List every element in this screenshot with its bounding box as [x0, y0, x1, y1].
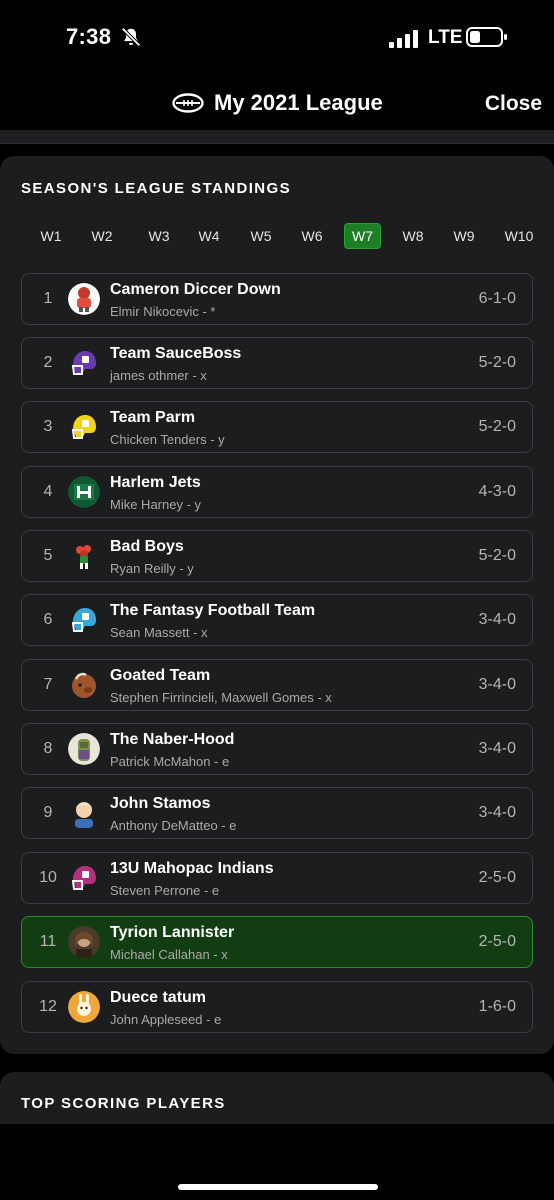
- yellow-helmet-icon: [68, 411, 100, 443]
- team-name: Goated Team: [110, 667, 211, 684]
- team-name: Cameron Diccer Down: [110, 281, 281, 298]
- football-icon: [172, 93, 204, 113]
- rank: 3: [43, 418, 53, 435]
- team-name: Harlem Jets: [110, 474, 201, 491]
- week-tab-w10[interactable]: W10: [498, 223, 540, 249]
- week-tab-w2[interactable]: W2: [84, 223, 120, 249]
- team-owner: Anthony DeMatteo - e: [110, 818, 237, 833]
- standings-row[interactable]: 6 The Fantasy Football Team Sean Massett…: [21, 594, 533, 646]
- week-tabs: W1 W2 W3 W4 W5 W6 W7 W8 W9 W10: [34, 223, 538, 249]
- week-tab-w4[interactable]: W4: [191, 223, 227, 249]
- team-name: Tyrion Lannister: [110, 924, 235, 941]
- nav-bar: My 2021 League Close: [0, 76, 554, 132]
- team-record: 3-4-0: [478, 740, 516, 757]
- rank: 10: [39, 869, 57, 886]
- standings-row[interactable]: 7 Goated Team Stephen Firrincieli, Maxwe…: [21, 659, 533, 711]
- week-tab-w7[interactable]: W7: [344, 223, 381, 249]
- team-name: Team SauceBoss: [110, 345, 242, 362]
- team-owner: Patrick McMahon - e: [110, 754, 230, 769]
- rank: 5: [43, 547, 53, 564]
- rank: 2: [43, 354, 53, 371]
- goat-icon: [68, 669, 100, 701]
- rank: 8: [43, 740, 53, 757]
- standings-row[interactable]: 2 Team SauceBoss james othmer - x 5-2-0: [21, 337, 533, 389]
- team-name: The Fantasy Football Team: [110, 602, 316, 619]
- team-record: 2-5-0: [478, 869, 516, 886]
- magenta-helmet-icon: [68, 862, 100, 894]
- standings-row[interactable]: 5 Bad Boys Ryan Reilly - y 5-2-0: [21, 530, 533, 582]
- rank: 9: [43, 804, 53, 821]
- rank: 12: [39, 998, 57, 1015]
- home-indicator[interactable]: [178, 1184, 378, 1190]
- team-owner: Mike Harney - y: [110, 497, 202, 512]
- team-record: 3-4-0: [478, 676, 516, 693]
- bunny-avatar-icon: [68, 991, 100, 1023]
- week-tab-w9[interactable]: W9: [446, 223, 482, 249]
- standings-row[interactable]: 8 The Naber-Hood Patrick McMahon - e 3-4…: [21, 723, 533, 775]
- team-record: 5-2-0: [478, 418, 516, 435]
- top-scoring-title: TOP SCORING PLAYERS: [21, 1095, 226, 1112]
- team-record: 4-3-0: [478, 483, 516, 500]
- rank: 7: [43, 676, 53, 693]
- team-record: 5-2-0: [478, 547, 516, 564]
- red-player-icon: [68, 283, 100, 315]
- rank: 11: [39, 933, 57, 950]
- close-button[interactable]: Close: [485, 92, 542, 116]
- rank: 6: [43, 611, 53, 628]
- standings-row[interactable]: 4 Harlem Jets Mike Harney - y 4-3-0: [21, 466, 533, 518]
- week-tab-w6[interactable]: W6: [294, 223, 330, 249]
- team-owner: james othmer - x: [110, 368, 207, 383]
- status-time: 7:38: [66, 24, 112, 49]
- standings-row-highlighted[interactable]: 11 Tyrion Lannister Michael Callahan - x…: [21, 916, 533, 968]
- team-name: Duece tatum: [110, 989, 207, 1006]
- team-record: 3-4-0: [478, 611, 516, 628]
- blue-helmet-icon: [68, 604, 100, 636]
- week-tab-w3[interactable]: W3: [141, 223, 177, 249]
- nav-title: My 2021 League: [214, 90, 383, 115]
- standings-row[interactable]: 12 Duece tatum John Appleseed - e 1-6-0: [21, 981, 533, 1033]
- standings-row[interactable]: 3 Team Parm Chicken Tenders - y 5-2-0: [21, 401, 533, 453]
- previous-card-edge: [0, 130, 554, 144]
- standings-title: SEASON'S LEAGUE STANDINGS: [21, 180, 291, 197]
- face-avatar-icon: [68, 797, 100, 829]
- team-record: 3-4-0: [478, 804, 516, 821]
- rank: 4: [43, 483, 53, 500]
- team-owner: John Appleseed - e: [110, 1012, 222, 1027]
- bell-muted-icon: [121, 27, 141, 47]
- team-name: 13U Mahopac Indians: [110, 860, 274, 877]
- team-name: John Stamos: [110, 795, 211, 812]
- team-owner: Sean Massett - x: [110, 625, 208, 640]
- standings-row[interactable]: 9 John Stamos Anthony DeMatteo - e 3-4-0: [21, 787, 533, 839]
- status-bar: 7:38 LTE: [0, 0, 554, 76]
- team-name: Team Parm: [110, 409, 196, 426]
- network-type: LTE: [428, 27, 463, 48]
- jets-logo-icon: [68, 476, 100, 508]
- battery-icon: [466, 27, 507, 47]
- team-name: Bad Boys: [110, 538, 184, 555]
- team-owner: Elmir Nikocevic - *: [110, 304, 216, 319]
- team-owner: Michael Callahan - x: [110, 947, 228, 962]
- standings-row[interactable]: 10 13U Mahopac Indians Steven Perrone - …: [21, 852, 533, 904]
- week-tab-w8[interactable]: W8: [395, 223, 431, 249]
- team-owner: Chicken Tenders - y: [110, 432, 225, 447]
- team-owner: Steven Perrone - e: [110, 883, 220, 898]
- nav-title-group: My 2021 League: [172, 90, 383, 116]
- standings-row[interactable]: 1 Cameron Diccer Down Elmir Nikocevic - …: [21, 273, 533, 325]
- team-record: 5-2-0: [478, 354, 516, 371]
- character-avatar-icon: [68, 733, 100, 765]
- photo-avatar-icon: [68, 926, 100, 958]
- week-tab-w1[interactable]: W1: [34, 223, 68, 249]
- week-tab-w5[interactable]: W5: [243, 223, 279, 249]
- team-record: 1-6-0: [478, 998, 516, 1015]
- cellular-signal-icon: [389, 30, 418, 48]
- flower-player-icon: [68, 540, 100, 572]
- team-record: 6-1-0: [478, 290, 516, 307]
- purple-helmet-icon: [68, 347, 100, 379]
- rank: 1: [43, 290, 53, 307]
- team-owner: Ryan Reilly - y: [110, 561, 194, 576]
- team-record: 2-5-0: [478, 933, 516, 950]
- team-name: The Naber-Hood: [110, 731, 235, 748]
- team-owner: Stephen Firrincieli, Maxwell Gomes - x: [110, 690, 332, 705]
